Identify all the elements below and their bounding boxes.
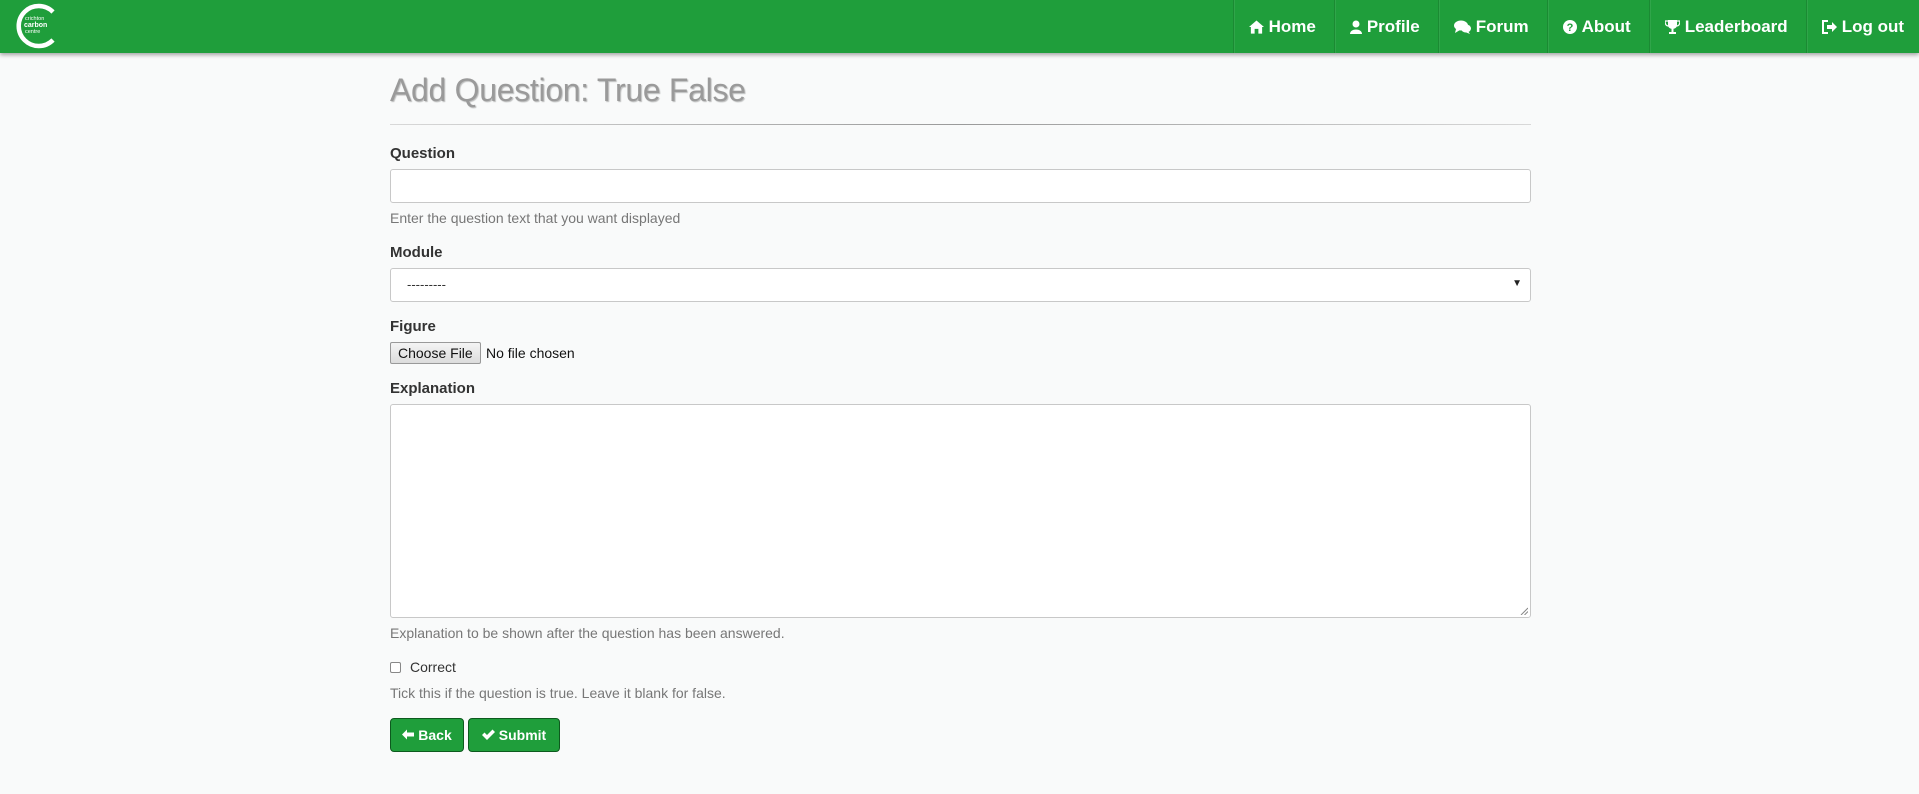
file-status: No file chosen [486,345,575,361]
explanation-help: Explanation to be shown after the questi… [390,625,785,641]
top-navbar: crichton carbon centre Home Profile Foru… [0,0,1919,53]
nav-about-label: About [1581,16,1631,36]
figure-label: Figure [390,318,436,335]
correct-checkbox[interactable] [390,662,401,673]
correct-label[interactable]: Correct [410,659,456,675]
title-divider [390,124,1531,125]
home-icon [1248,19,1264,34]
nav-profile-label: Profile [1366,16,1420,36]
sign-out-icon [1821,19,1837,34]
resize-handle-icon[interactable] [1520,607,1528,615]
module-label: Module [390,244,443,261]
nav-logout-label: Log out [1841,16,1904,36]
page-title: Add Question: True False [390,72,746,108]
main-nav: Home Profile Forum ? About Leaderboard L… [1230,0,1919,53]
module-select[interactable]: --------- ▼ [390,268,1531,302]
nav-leaderboard-label: Leaderboard [1684,16,1788,36]
correct-help: Tick this if the question is true. Leave… [390,685,726,701]
nav-about[interactable]: ? About [1546,0,1646,53]
arrow-left-icon [402,727,415,743]
nav-profile[interactable]: Profile [1333,0,1435,53]
submit-button-label: Submit [498,727,547,743]
submit-button[interactable]: Submit [468,718,560,752]
trophy-icon [1664,19,1680,34]
figure-file-input: Choose File No file chosen [390,342,690,364]
svg-text:centre: centre [25,29,40,35]
user-icon [1349,20,1362,34]
question-label: Question [390,145,456,162]
nav-home[interactable]: Home [1232,0,1331,53]
nav-home-label: Home [1268,16,1316,36]
back-button-label: Back [418,727,452,743]
module-selected-value: --------- [407,277,446,292]
crichton-carbon-centre-logo[interactable]: crichton carbon centre [14,3,60,49]
svg-text:?: ? [1566,22,1573,34]
svg-text:carbon: carbon [24,22,47,29]
question-circle-icon: ? [1562,19,1577,34]
question-input[interactable] [390,169,1531,203]
nav-logout[interactable]: Log out [1805,0,1919,53]
caret-down-icon: ▼ [1512,278,1522,289]
back-button[interactable]: Back [390,718,464,752]
explanation-label: Explanation [390,380,476,397]
comments-icon [1453,20,1471,34]
check-icon [481,727,495,743]
choose-file-button[interactable]: Choose File [390,342,481,364]
question-help: Enter the question text that you want di… [390,210,681,226]
main-content: Add Question: True False Question Enter … [390,60,1531,752]
nav-forum-label: Forum [1475,16,1529,36]
explanation-textarea[interactable] [390,404,1531,618]
nav-leaderboard[interactable]: Leaderboard [1648,0,1803,53]
nav-forum[interactable]: Forum [1437,0,1544,53]
